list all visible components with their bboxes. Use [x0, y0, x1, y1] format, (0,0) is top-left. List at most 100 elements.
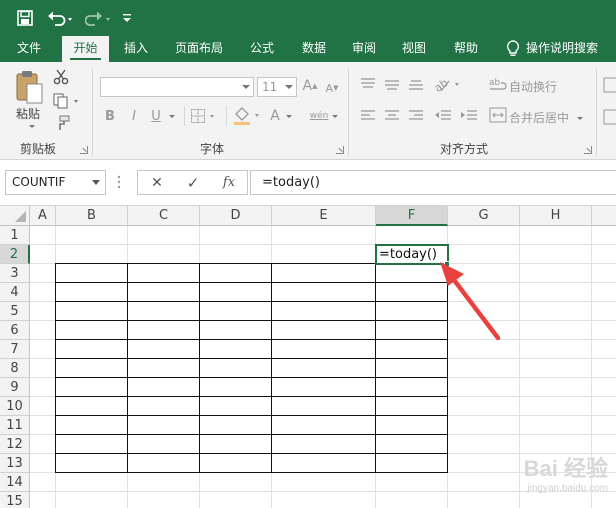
clipboard-launcher-icon[interactable]: [80, 146, 88, 154]
row-header-13[interactable]: 13: [0, 454, 30, 473]
spreadsheet-grid: A B C D E F G H 1 2 3 4 5 6 7 8 9 10 11 …: [0, 206, 616, 508]
row-header-10[interactable]: 10: [0, 397, 30, 416]
cell-f2-text: =today(): [379, 247, 437, 262]
row-header-3[interactable]: 3: [0, 264, 30, 283]
font-color-icon[interactable]: A: [266, 105, 296, 127]
row-header-11[interactable]: 11: [0, 416, 30, 435]
tab-help[interactable]: 帮助: [444, 36, 488, 62]
wrap-text-button[interactable]: 自动换行: [509, 78, 557, 95]
name-box-value: COUNTIF: [12, 175, 66, 189]
italic-button[interactable]: I: [126, 106, 142, 126]
insert-function-button[interactable]: fx: [214, 171, 244, 194]
formula-bar-grip-icon[interactable]: [117, 174, 121, 190]
tab-review[interactable]: 审阅: [342, 36, 386, 62]
undo-icon[interactable]: [46, 7, 76, 29]
save-icon[interactable]: [14, 7, 36, 29]
fill-color-icon[interactable]: [232, 105, 264, 127]
bold-button[interactable]: B: [102, 106, 118, 126]
name-box[interactable]: COUNTIF: [5, 170, 106, 195]
row-header-8[interactable]: 8: [0, 359, 30, 378]
increase-indent-icon[interactable]: [458, 108, 480, 124]
font-group-label: 字体: [200, 142, 225, 156]
cancel-button[interactable]: ✕: [142, 171, 172, 194]
column-header-partial[interactable]: [592, 206, 616, 226]
gridline: [30, 244, 616, 245]
shrink-font-icon[interactable]: A ▼: [324, 78, 340, 98]
number-format-icon-2[interactable]: [603, 108, 616, 126]
align-left-icon[interactable]: [358, 108, 378, 124]
enter-button[interactable]: ✓: [178, 171, 208, 194]
lightbulb-icon: [502, 36, 524, 62]
merge-dropdown-icon[interactable]: [574, 114, 584, 122]
column-header-e[interactable]: E: [272, 206, 376, 226]
tab-page-layout[interactable]: 页面布局: [166, 36, 232, 62]
align-middle-icon[interactable]: [382, 76, 402, 92]
orientation-icon[interactable]: ab: [432, 74, 464, 94]
row-header-1[interactable]: 1: [0, 226, 30, 245]
tab-home[interactable]: 开始: [62, 36, 109, 62]
underline-dropdown-icon[interactable]: [166, 112, 176, 120]
row-header-9[interactable]: 9: [0, 378, 30, 397]
number-format-icon[interactable]: [603, 76, 616, 94]
customize-qat-icon[interactable]: [120, 7, 134, 29]
font-launcher-icon[interactable]: [336, 146, 344, 154]
row-header-4[interactable]: 4: [0, 283, 30, 302]
formula-buttons: ✕ ✓ fx: [137, 170, 248, 195]
alignment-group-label: 对齐方式: [440, 142, 489, 156]
annotation-arrow-icon: [440, 262, 501, 341]
align-right-icon[interactable]: [406, 108, 426, 124]
column-header-h[interactable]: H: [520, 206, 592, 226]
bordered-table: [55, 263, 448, 473]
row-header-14[interactable]: 14: [0, 473, 30, 492]
row-header-6[interactable]: 6: [0, 321, 30, 340]
font-name-combo[interactable]: [100, 77, 254, 97]
quick-access-toolbar: [0, 0, 616, 36]
name-box-dropdown-icon[interactable]: [92, 180, 100, 185]
tab-view[interactable]: 视图: [392, 36, 436, 62]
formula-bar: COUNTIF ✕ ✓ fx =today(): [0, 160, 616, 206]
row-header-7[interactable]: 7: [0, 340, 30, 359]
tab-formulas[interactable]: 公式: [240, 36, 284, 62]
column-header-b[interactable]: B: [56, 206, 128, 226]
clipboard-group-label: 剪贴板: [20, 142, 57, 156]
paste-icon[interactable]: [12, 68, 46, 106]
paste-dropdown-icon[interactable]: [26, 122, 36, 130]
gridline: [519, 226, 520, 508]
column-header-g[interactable]: G: [448, 206, 520, 226]
align-top-icon[interactable]: [358, 76, 378, 92]
column-header-d[interactable]: D: [200, 206, 272, 226]
underline-button[interactable]: U: [148, 106, 164, 126]
row-header-2[interactable]: 2: [0, 245, 30, 264]
formula-input[interactable]: =today(): [250, 170, 616, 195]
tab-file[interactable]: 文件: [8, 36, 50, 62]
wrap-text-icon[interactable]: ab: [488, 76, 508, 94]
phonetic-guide-icon[interactable]: wén: [304, 104, 344, 128]
tab-tell-me[interactable]: 操作说明搜索: [526, 36, 610, 62]
ribbon-separator: [92, 68, 93, 156]
cut-icon[interactable]: [52, 68, 70, 86]
tab-data[interactable]: 数据: [292, 36, 336, 62]
paste-label[interactable]: 粘贴: [16, 105, 40, 122]
font-separator-2: [226, 106, 227, 126]
column-header-f[interactable]: F: [376, 206, 448, 226]
row-header-12[interactable]: 12: [0, 435, 30, 454]
merge-center-icon[interactable]: [488, 106, 508, 124]
font-size-combo[interactable]: 11: [257, 77, 297, 97]
format-painter-icon[interactable]: [52, 114, 72, 132]
redo-icon[interactable]: [84, 7, 114, 29]
column-header-c[interactable]: C: [128, 206, 200, 226]
grow-font-icon[interactable]: A ▲: [302, 76, 318, 96]
row-header-15[interactable]: 15: [0, 492, 30, 508]
tab-insert[interactable]: 插入: [114, 36, 158, 62]
copy-icon[interactable]: [52, 92, 82, 110]
align-center-icon[interactable]: [382, 108, 402, 124]
merge-center-button[interactable]: 合并后居中: [509, 109, 569, 126]
alignment-launcher-icon[interactable]: [584, 146, 592, 154]
align-bottom-icon[interactable]: [406, 76, 426, 92]
borders-icon[interactable]: [190, 106, 218, 126]
svg-text:ab: ab: [489, 78, 501, 88]
decrease-indent-icon[interactable]: [432, 108, 454, 124]
column-header-a[interactable]: A: [30, 206, 56, 226]
row-header-5[interactable]: 5: [0, 302, 30, 321]
select-all-button[interactable]: [0, 206, 30, 226]
